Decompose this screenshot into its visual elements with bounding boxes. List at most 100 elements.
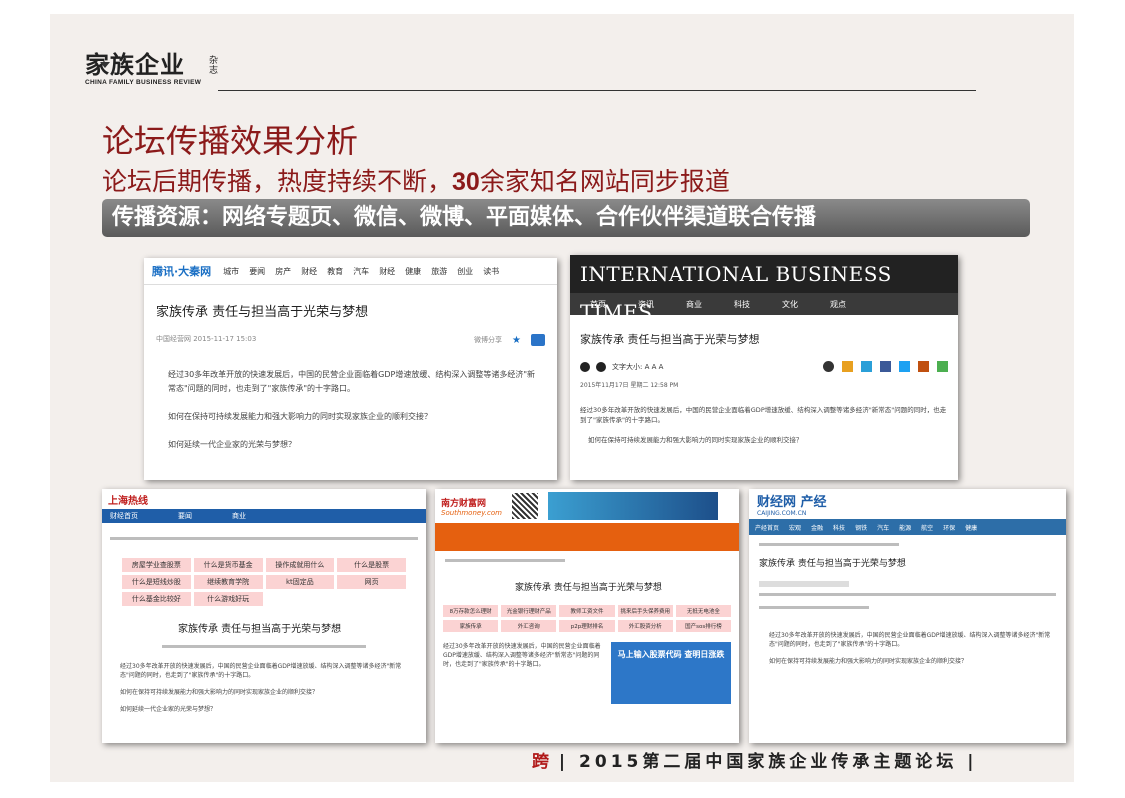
shanghai-header: 上海热线 <box>102 489 426 509</box>
tencent-nav: 城市 要闻 房产 财经 教育 汽车 财经 健康 旅游 创业 读书 <box>223 266 499 277</box>
shanghai-box-1[interactable]: 什么是货币基金 <box>193 558 263 572</box>
slide: 家族企业 杂志 CHINA FAMILY BUSINESS REVIEW 论坛传… <box>50 14 1074 782</box>
caijing-nav-item-1[interactable]: 宏观 <box>789 523 801 532</box>
shanghai-box-2[interactable]: 操作成就用什么 <box>265 558 335 572</box>
resources-banner: 传播资源：网络专题页、微信、微博、平面媒体、合作伙伴渠道联合传播 <box>102 199 1030 237</box>
ibt-nav-item-5[interactable]: 观点 <box>830 299 846 310</box>
southmoney-box-6[interactable]: 外汇咨询 <box>501 620 557 632</box>
southmoney-box-1[interactable]: 光金银行理财产品 <box>501 605 557 617</box>
ibt-nav-item-1[interactable]: 资讯 <box>638 299 654 310</box>
shanghai-box-6[interactable]: kt固定品 <box>265 575 335 589</box>
advert-banner[interactable] <box>547 492 718 520</box>
ibt-share-icons <box>823 361 948 372</box>
tencent-share[interactable]: 微博分享 <box>474 335 502 345</box>
page-subtitle: 论坛后期传播，热度持续不断，30余家知名网站同步报道 <box>102 162 730 198</box>
tencent-nav-item-3[interactable]: 财经 <box>301 266 317 277</box>
shanghai-box-4[interactable]: 什么是短线炒股 <box>122 575 191 589</box>
ibt-forward-icon[interactable] <box>596 361 606 372</box>
tencent-nav-item-0[interactable]: 城市 <box>223 266 239 277</box>
caijing-logo: 财经网 产经 <box>757 495 827 510</box>
caijing-nav-item-3[interactable]: 科技 <box>833 523 845 532</box>
southmoney-box-3[interactable]: 挑来后手头保养费用 <box>617 605 673 617</box>
shanghai-nav-item-2[interactable]: 商业 <box>232 511 246 521</box>
shanghai-box-5[interactable]: 继续教育学院 <box>193 575 263 589</box>
shanghai-box-9[interactable]: 什么游戏好玩 <box>193 592 263 606</box>
comment-icon[interactable] <box>531 334 545 346</box>
tencent-nav-item-8[interactable]: 旅游 <box>431 266 447 277</box>
shanghai-box-7[interactable]: 网页 <box>337 575 406 589</box>
caijing-nav-item-7[interactable]: 航空 <box>921 523 933 532</box>
star-icon[interactable]: ★ <box>512 335 521 346</box>
caijing-paragraph-1: 经过30多年改革开放的快速发展后，中国的民营企业面临着GDP增速放缓、结构深入调… <box>769 632 1051 648</box>
shanghai-paragraph-2: 如何在保持可持续发展能力和强大影响力的同时实现家族企业的顺利交接？ <box>120 689 319 696</box>
southmoney-logo-en: Southmoney.com <box>441 508 502 517</box>
stock-promo[interactable]: 马上输入股票代码 查明日涨跌 <box>611 642 731 704</box>
southmoney-box-4[interactable]: 无抵无电池全 <box>675 605 731 617</box>
weibo-icon[interactable] <box>842 361 853 372</box>
qq-icon[interactable] <box>861 361 872 372</box>
page-title: 论坛传播效果分析 <box>102 122 359 160</box>
ibt-back-icon[interactable] <box>580 361 590 372</box>
menu-icon[interactable] <box>918 361 929 372</box>
southmoney-headline: 家族传承 责任与担当高于光荣与梦想 <box>515 583 662 593</box>
tencent-nav-item-1[interactable]: 要闻 <box>249 266 265 277</box>
southmoney-link-boxes: 8万存款怎么理财 光金银行理财产品 教师工资文件 挑来后手头保养费用 无抵无电池全家族传… <box>443 605 731 632</box>
caijing-nav-item-9[interactable]: 健康 <box>965 523 977 532</box>
shanghai-nav-item-1[interactable]: 要闻 <box>178 511 192 521</box>
caijing-nav-item-8[interactable]: 环保 <box>943 523 955 532</box>
facebook-icon[interactable] <box>880 361 891 372</box>
southmoney-box-0[interactable]: 8万存款怎么理财 <box>443 605 499 617</box>
southmoney-box-5[interactable]: 家族传承 <box>443 620 499 632</box>
southmoney-box-2[interactable]: 教师工资文件 <box>559 605 615 617</box>
ibt-nav-item-3[interactable]: 科技 <box>734 299 750 310</box>
tencent-nav-item-2[interactable]: 房产 <box>275 266 291 277</box>
shanghai-nav: 财经首页 要闻 商业 <box>102 509 426 523</box>
shanghai-logo: 上海热线 <box>108 495 148 507</box>
tencent-paragraph-1: 经过30多年改革开放的快速发展后，中国的民营企业面临着GDP增速放缓、结构深入调… <box>168 370 536 393</box>
ibt-nav-item-2[interactable]: 商业 <box>686 299 702 310</box>
southmoney-box-8[interactable]: 外汇股资分析 <box>617 620 673 632</box>
tencent-paragraph-3: 如何延续一代企业家的光荣与梦想？ <box>168 440 296 449</box>
caijing-header: 财经网 产经 CAIJING.COM.CN <box>749 489 1066 519</box>
plus-icon[interactable] <box>937 361 948 372</box>
tencent-header: 腾讯·大秦网 城市 要闻 房产 财经 教育 汽车 财经 健康 旅游 创业 读书 <box>144 258 557 285</box>
tencent-nav-item-4[interactable]: 教育 <box>327 266 343 277</box>
footer: 跨 | 2015第二届中国家族企业传承主题论坛 | <box>532 747 978 772</box>
ibt-nav-item-4[interactable]: 文化 <box>782 299 798 310</box>
tencent-meta-row: 中国经营网 2015-11-17 15:03 微博分享 ★ <box>156 334 545 346</box>
tencent-nav-item-5[interactable]: 汽车 <box>353 266 369 277</box>
tencent-nav-item-10[interactable]: 读书 <box>483 266 499 277</box>
tencent-nav-item-9[interactable]: 创业 <box>457 266 473 277</box>
logo-side-text: 杂志 <box>209 56 219 76</box>
shanghai-nav-item-0[interactable]: 财经首页 <box>110 511 138 521</box>
caijing-nav-item-4[interactable]: 钢铁 <box>855 523 867 532</box>
southmoney-nav <box>435 523 739 551</box>
caijing-nav-item-0[interactable]: 产经首页 <box>755 523 779 532</box>
caijing-nav-item-5[interactable]: 汽车 <box>877 523 889 532</box>
southmoney-header: 南方财富网 Southmoney.com <box>435 489 739 523</box>
southmoney-box-7[interactable]: p2p理财排名 <box>559 620 615 632</box>
southmoney-breadcrumb <box>445 559 565 562</box>
tencent-nav-item-7[interactable]: 健康 <box>405 266 421 277</box>
ibt-paragraph-1: 经过30多年改革开放的快速发展后，中国的民营企业面临着GDP增速放缓、结构深入调… <box>580 406 947 424</box>
southmoney-logo: 南方财富网 <box>441 498 487 509</box>
ibt-paragraph-2: 如何在保持可持续发展能力和强大影响力的同时实现家族企业的顺利交接？ <box>588 436 803 444</box>
shanghai-box-0[interactable]: 房屋学业查股票 <box>122 558 191 572</box>
caijing-nav-item-2[interactable]: 金融 <box>811 523 823 532</box>
southmoney-paragraph-1: 经过30多年改革开放的快速发展后，中国的民营企业面临着GDP增速放缓、结构深入调… <box>443 643 601 668</box>
caijing-nav-item-6[interactable]: 能源 <box>899 523 911 532</box>
shanghai-box-8[interactable]: 什么基金比较好 <box>122 592 191 606</box>
tencent-logo: 腾讯·大秦网 <box>152 265 212 278</box>
twitter-icon[interactable] <box>899 361 910 372</box>
ibt-font-size[interactable]: 文字大小: A A A <box>612 362 663 372</box>
southmoney-box-9[interactable]: 国产sos排行榜 <box>675 620 731 632</box>
shanghai-headline: 家族传承 责任与担当高于光荣与梦想 <box>178 624 342 635</box>
shanghai-paragraph-1: 经过30多年改革开放的快速发展后，中国的民营企业面临着GDP增速放缓、结构深入调… <box>120 663 402 679</box>
shanghai-paragraph-3: 如何延续一代企业家的光荣与梦想？ <box>120 706 217 713</box>
shanghai-box-3[interactable]: 什么是股票 <box>337 558 406 572</box>
tencent-nav-item-6[interactable]: 财经 <box>379 266 395 277</box>
ibt-share-icon[interactable] <box>823 361 834 372</box>
caijing-breadcrumb <box>759 543 899 546</box>
caijing-paragraph-2: 如何在保持可持续发展能力和强大影响力的同时实现家族企业的顺利交接？ <box>769 658 968 665</box>
ibt-nav-item-0[interactable]: 首页 <box>590 299 606 310</box>
